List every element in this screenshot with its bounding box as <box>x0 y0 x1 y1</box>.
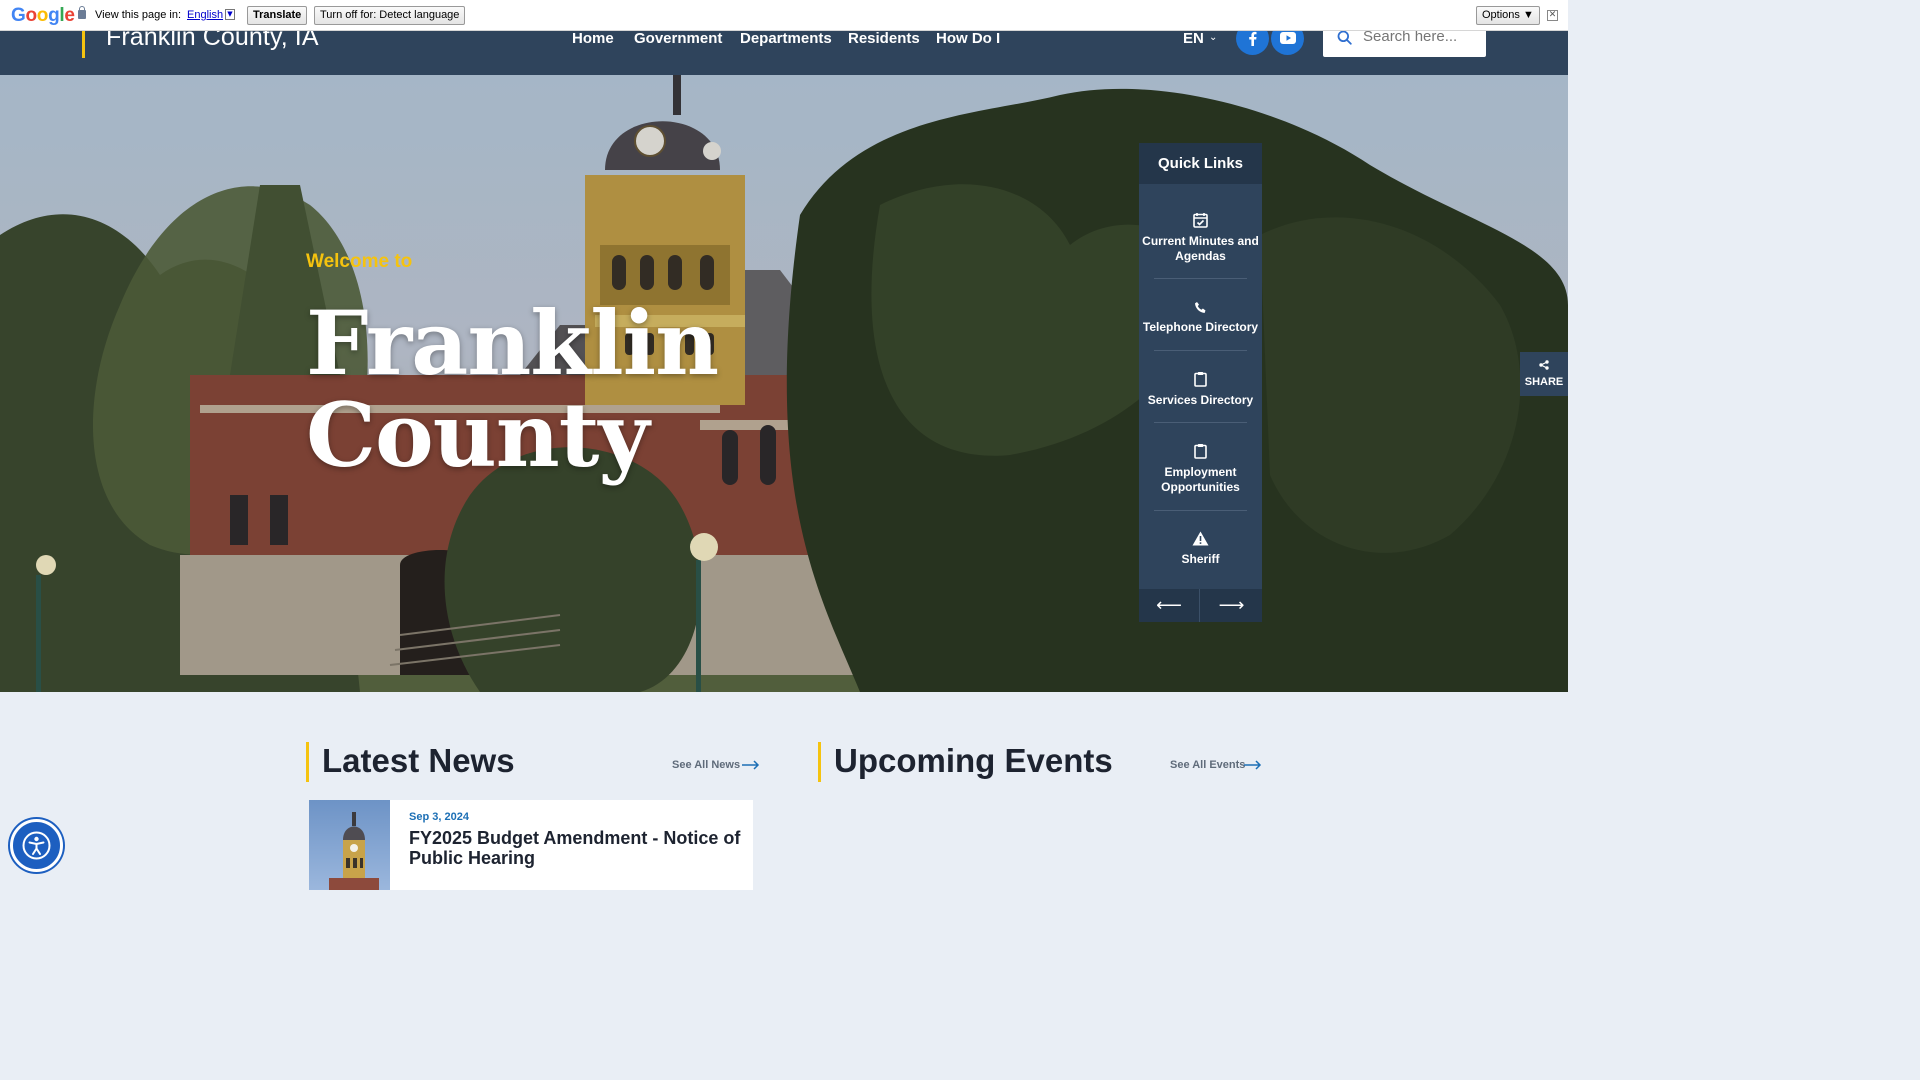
quick-links-controls: ⟵ ⟶ <box>1139 589 1262 622</box>
quick-link-minutes-agendas[interactable]: Current Minutes and Agendas <box>1139 212 1262 263</box>
upcoming-events-heading: Upcoming Events <box>834 742 1113 779</box>
news-card[interactable]: Sep 3, 2024 FY2025 Budget Amendment - No… <box>309 800 753 890</box>
translate-prompt: View this page in: <box>95 9 182 21</box>
close-icon[interactable]: ✕ <box>1547 10 1558 21</box>
accessibility-icon <box>22 831 51 860</box>
clipboard-icon <box>1194 444 1207 459</box>
news-title[interactable]: FY2025 Budget Amendment - Notice of Publ… <box>409 828 744 868</box>
hero-banner: Welcome to Franklin County <box>0 75 1568 692</box>
language-select[interactable]: English <box>187 9 223 21</box>
divider <box>1154 350 1247 351</box>
see-all-news-link[interactable]: See All News <box>672 759 740 771</box>
nav-residents[interactable]: Residents <box>848 30 920 47</box>
quick-link-telephone-directory[interactable]: Telephone Directory <box>1139 301 1262 335</box>
nav-government[interactable]: Government <box>634 30 722 47</box>
google-logo: Google <box>11 5 75 26</box>
share-icon <box>1539 360 1549 370</box>
lock-icon <box>78 6 86 19</box>
nav-home[interactable]: Home <box>572 30 614 47</box>
search-icon <box>1337 30 1352 45</box>
quick-links-heading: Quick Links <box>1139 143 1262 184</box>
brand-accent-bar <box>82 27 85 58</box>
news-date: Sep 3, 2024 <box>409 811 469 823</box>
arrow-right-icon[interactable] <box>1244 760 1262 770</box>
previous-arrow-icon[interactable]: ⟵ <box>1139 589 1200 622</box>
hero-title: Franklin County <box>306 291 719 487</box>
hero-welcome: Welcome to <box>306 251 413 272</box>
share-label: SHARE <box>1524 376 1564 388</box>
quick-link-label: Employment Opportunities <box>1161 465 1240 494</box>
quick-link-label: Current Minutes and Agendas <box>1142 234 1259 263</box>
see-all-events-link[interactable]: See All Events <box>1170 759 1245 771</box>
divider <box>1154 278 1247 279</box>
turn-off-button[interactable]: Turn off for: Detect language <box>314 6 466 25</box>
accessibility-button[interactable] <box>10 819 63 872</box>
quick-link-label: Services Directory <box>1147 393 1254 407</box>
quick-link-label: Telephone Directory <box>1142 320 1259 334</box>
translate-button[interactable]: Translate <box>247 6 308 25</box>
quick-link-sheriff[interactable]: Sheriff <box>1139 531 1262 567</box>
options-button[interactable]: Options ▼ <box>1476 6 1540 25</box>
divider <box>1154 422 1247 423</box>
clipboard-icon <box>1194 372 1207 387</box>
language-selector[interactable]: EN <box>1183 30 1204 47</box>
section-accent-bar <box>818 742 821 782</box>
latest-news-heading: Latest News <box>322 742 515 779</box>
translate-bar: Google View this page in: English ▼ Tran… <box>0 0 1568 31</box>
calendar-check-icon <box>1193 213 1208 228</box>
warning-icon <box>1192 531 1209 546</box>
quick-link-services-directory[interactable]: Services Directory <box>1139 371 1262 408</box>
news-thumbnail <box>309 800 390 890</box>
phone-icon <box>1195 302 1206 313</box>
quick-link-employment[interactable]: Employment Opportunities <box>1139 443 1262 494</box>
quick-links-panel: Quick Links Current Minutes and Agendas … <box>1139 143 1262 622</box>
nav-departments[interactable]: Departments <box>740 30 832 47</box>
quick-link-label: Sheriff <box>1181 552 1220 566</box>
site-header: Franklin County, IA Home Government Depa… <box>0 19 1568 75</box>
divider <box>1154 510 1247 511</box>
dropdown-arrow-icon[interactable]: ▼ <box>225 9 235 20</box>
next-arrow-icon[interactable]: ⟶ <box>1201 589 1262 622</box>
arrow-right-icon[interactable] <box>742 760 760 770</box>
section-accent-bar <box>306 742 309 782</box>
share-button[interactable]: SHARE <box>1520 352 1568 396</box>
nav-how-do-i[interactable]: How Do I <box>936 30 1000 47</box>
chevron-down-icon[interactable]: ⌄ <box>1209 32 1217 43</box>
